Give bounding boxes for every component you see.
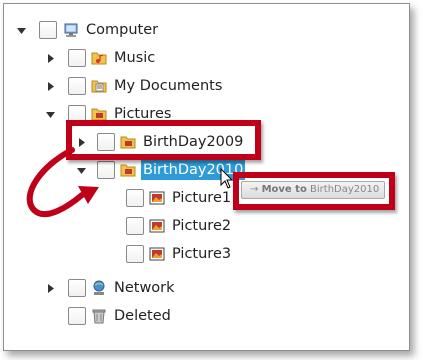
- curved-arrow-icon: [26, 147, 99, 218]
- screenshot-stage: Computer Music My Documents Pictures Bir…: [0, 0, 423, 360]
